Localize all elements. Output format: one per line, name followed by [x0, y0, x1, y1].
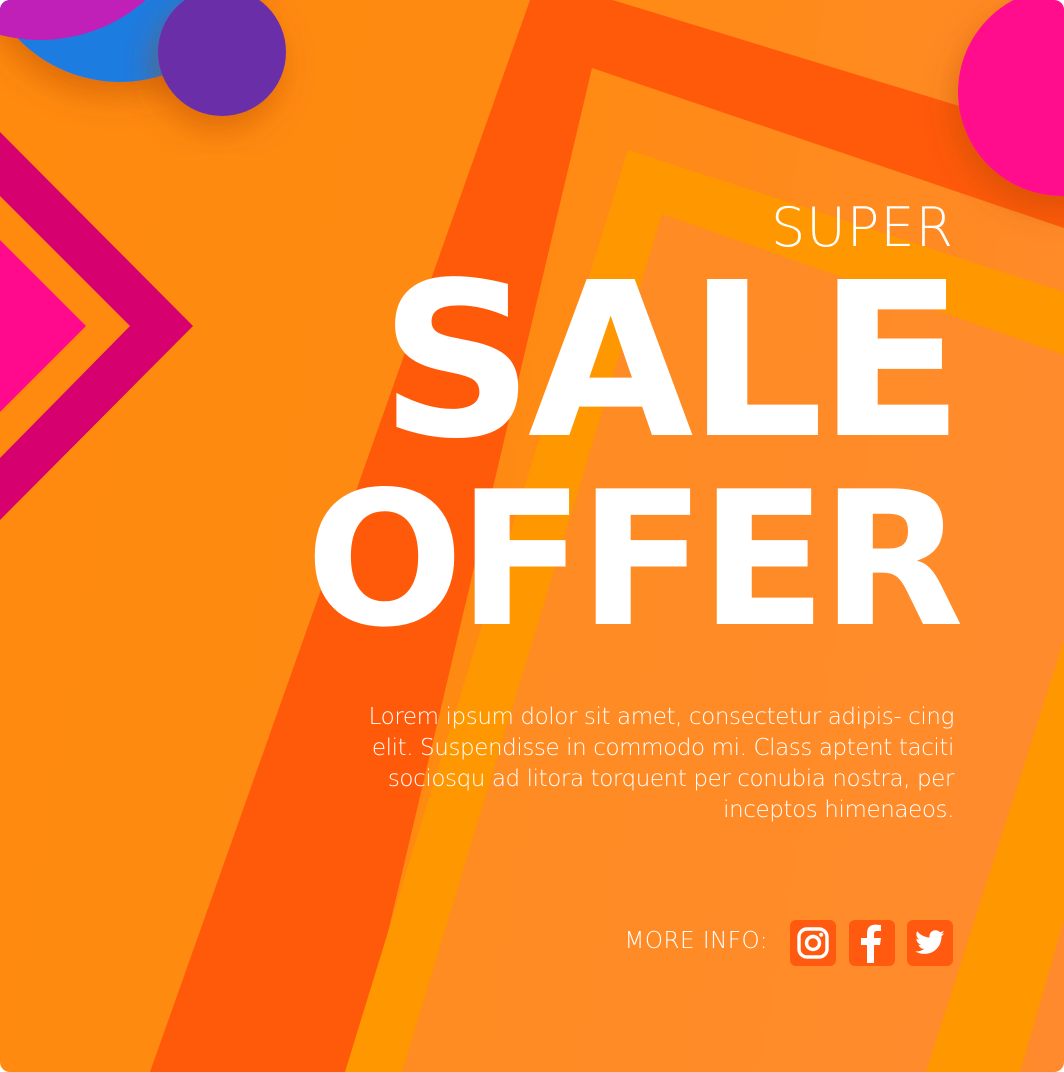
twitter-icon: [915, 930, 945, 954]
facebook-icon: [861, 924, 881, 963]
instagram-icon: [797, 927, 829, 959]
facebook-button[interactable]: [849, 920, 895, 966]
more-info-label: MORE INFO:: [624, 928, 768, 954]
purple-circle: [158, 0, 286, 116]
instagram-button[interactable]: [790, 920, 836, 966]
description-text: Lorem ipsum dolor sit amet, consectetur …: [368, 704, 955, 823]
sale-banner: SUPER SALE OFFER Lorem ipsum dolor sit a…: [0, 0, 1064, 1072]
headline-block: SUPER SALE OFFER Lorem ipsum dolor sit a…: [305, 0, 964, 1072]
sale-heading: SALE: [379, 237, 964, 486]
offer-heading: OFFER: [305, 451, 964, 668]
twitter-button[interactable]: [907, 920, 953, 966]
